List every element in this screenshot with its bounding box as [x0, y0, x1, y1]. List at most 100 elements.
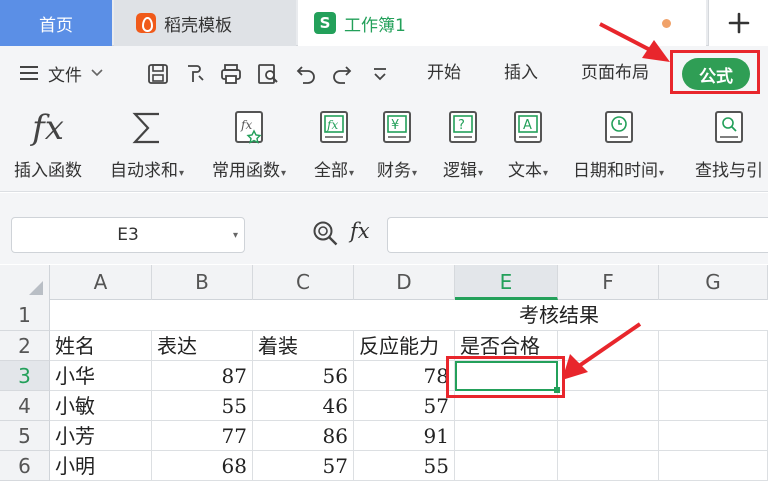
- logical-button[interactable]: ? 逻辑▾: [443, 106, 483, 186]
- cell-g3[interactable]: [659, 361, 768, 391]
- caret-down-icon: ▾: [659, 168, 665, 179]
- zoom-search-icon[interactable]: [311, 219, 341, 249]
- cell-g6[interactable]: [659, 451, 768, 481]
- row-header-6[interactable]: 6: [0, 451, 50, 481]
- cell-g2[interactable]: [659, 331, 768, 361]
- text-functions-label: 文本: [508, 161, 542, 181]
- new-tab-button[interactable]: [708, 0, 768, 46]
- all-functions-button[interactable]: fx 全部▾: [314, 106, 354, 186]
- row-header-1[interactable]: 1: [0, 300, 50, 331]
- cell-g4[interactable]: [659, 391, 768, 421]
- spreadsheet-logo-icon: S: [314, 12, 336, 34]
- menu-insert[interactable]: 插入: [504, 60, 538, 86]
- cell-a4[interactable]: 小敏: [50, 391, 152, 421]
- cell-d6[interactable]: 55: [354, 451, 455, 481]
- file-menu-label: 文件: [48, 65, 82, 86]
- cell-e6[interactable]: [455, 451, 558, 481]
- cell-b5[interactable]: 77: [152, 421, 253, 451]
- insert-function-button[interactable]: fx 插入函数: [14, 106, 82, 186]
- file-menu[interactable]: 文件: [18, 60, 104, 86]
- name-box[interactable]: E3 ▾: [11, 217, 245, 253]
- select-all-corner[interactable]: [0, 265, 50, 300]
- svg-text:?: ?: [458, 118, 465, 133]
- common-functions-button[interactable]: fx 常用函数▾: [212, 106, 286, 186]
- tab-home-label: 首页: [39, 15, 73, 36]
- cell-c5[interactable]: 86: [253, 421, 354, 451]
- cell-d3[interactable]: 78: [354, 361, 455, 391]
- row-header-3[interactable]: 3: [0, 361, 50, 391]
- fx-star-icon: fx: [229, 106, 269, 150]
- column-header-e[interactable]: E: [455, 265, 558, 300]
- cell-d2[interactable]: 反应能力: [354, 331, 455, 361]
- insert-function-fx-icon[interactable]: fx: [350, 219, 370, 243]
- financial-button[interactable]: ¥ 财务▾: [377, 106, 417, 186]
- svg-text:fx: fx: [240, 118, 252, 132]
- common-functions-label: 常用函数: [212, 161, 280, 181]
- annotation-arrow-icon: [562, 322, 642, 380]
- cell-b1[interactable]: [152, 300, 253, 331]
- column-header-b[interactable]: B: [152, 265, 253, 300]
- all-functions-label: 全部: [314, 161, 348, 181]
- more-quick-access-icon[interactable]: [368, 62, 392, 86]
- tab-docer-templates[interactable]: 稻壳模板: [114, 0, 296, 46]
- cell-b3[interactable]: 87: [152, 361, 253, 391]
- yen-book-icon: ¥: [377, 106, 417, 150]
- cell-d5[interactable]: 91: [354, 421, 455, 451]
- print-icon[interactable]: [219, 62, 243, 86]
- caret-down-icon[interactable]: ▾: [233, 230, 238, 241]
- menu-home[interactable]: 开始: [427, 60, 461, 86]
- format-painter-icon[interactable]: [183, 62, 207, 86]
- cell-f5[interactable]: [558, 421, 659, 451]
- autosum-button[interactable]: 自动求和▾: [110, 106, 184, 186]
- search-book-icon: [709, 106, 749, 150]
- column-header-d[interactable]: D: [354, 265, 455, 300]
- cell-c2[interactable]: 着装: [253, 331, 354, 361]
- save-icon[interactable]: [146, 62, 170, 86]
- text-functions-button[interactable]: A 文本▾: [508, 106, 548, 186]
- cell-b6[interactable]: 68: [152, 451, 253, 481]
- formula-input[interactable]: [387, 217, 768, 253]
- cell-f6[interactable]: [558, 451, 659, 481]
- row-header-5[interactable]: 5: [0, 421, 50, 451]
- cell-c6[interactable]: 57: [253, 451, 354, 481]
- cell-a1[interactable]: [50, 300, 152, 331]
- tab-home[interactable]: 首页: [0, 0, 112, 46]
- cell-e5[interactable]: [455, 421, 558, 451]
- tab-workbook-label: 工作簿1: [344, 15, 406, 36]
- cell-c3[interactable]: 56: [253, 361, 354, 391]
- financial-label: 财务: [377, 161, 411, 181]
- column-header-f[interactable]: F: [558, 265, 659, 300]
- chevron-down-icon: [91, 69, 103, 77]
- lookup-reference-button[interactable]: 查找与引: [695, 106, 763, 186]
- cell-d1[interactable]: [354, 300, 455, 331]
- question-book-icon: ?: [443, 106, 483, 150]
- docer-logo-icon: [136, 13, 156, 33]
- date-time-button[interactable]: 日期和时间▾: [573, 106, 664, 186]
- cell-a3[interactable]: 小华: [50, 361, 152, 391]
- caret-down-icon: ▾: [543, 168, 549, 179]
- cell-c1[interactable]: [253, 300, 354, 331]
- cell-c4[interactable]: 46: [253, 391, 354, 421]
- cell-g5[interactable]: [659, 421, 768, 451]
- cell-b4[interactable]: 55: [152, 391, 253, 421]
- cell-g1[interactable]: [659, 300, 768, 331]
- cell-a2[interactable]: 姓名: [50, 331, 152, 361]
- print-preview-icon[interactable]: [256, 62, 280, 86]
- lookup-reference-label: 查找与引: [695, 161, 763, 181]
- cell-a5[interactable]: 小芳: [50, 421, 152, 451]
- cell-a6[interactable]: 小明: [50, 451, 152, 481]
- spreadsheet-grid[interactable]: ABCDEFG 姓名 表达 着装 反应能力 是否合格 小华 87 56 78 小敏 55 46 57 小芳…: [0, 265, 768, 486]
- redo-icon[interactable]: [330, 62, 354, 86]
- row-header-2[interactable]: 2: [0, 331, 50, 361]
- logical-label: 逻辑: [443, 161, 477, 181]
- undo-icon[interactable]: [294, 62, 318, 86]
- cell-f4[interactable]: [558, 391, 659, 421]
- column-header-c[interactable]: C: [253, 265, 354, 300]
- column-header-g[interactable]: G: [659, 265, 768, 300]
- cell-d4[interactable]: 57: [354, 391, 455, 421]
- cell-b2[interactable]: 表达: [152, 331, 253, 361]
- date-time-label: 日期和时间: [573, 161, 658, 181]
- column-header-a[interactable]: A: [50, 265, 152, 300]
- row-header-4[interactable]: 4: [0, 391, 50, 421]
- sigma-icon: [127, 106, 167, 150]
